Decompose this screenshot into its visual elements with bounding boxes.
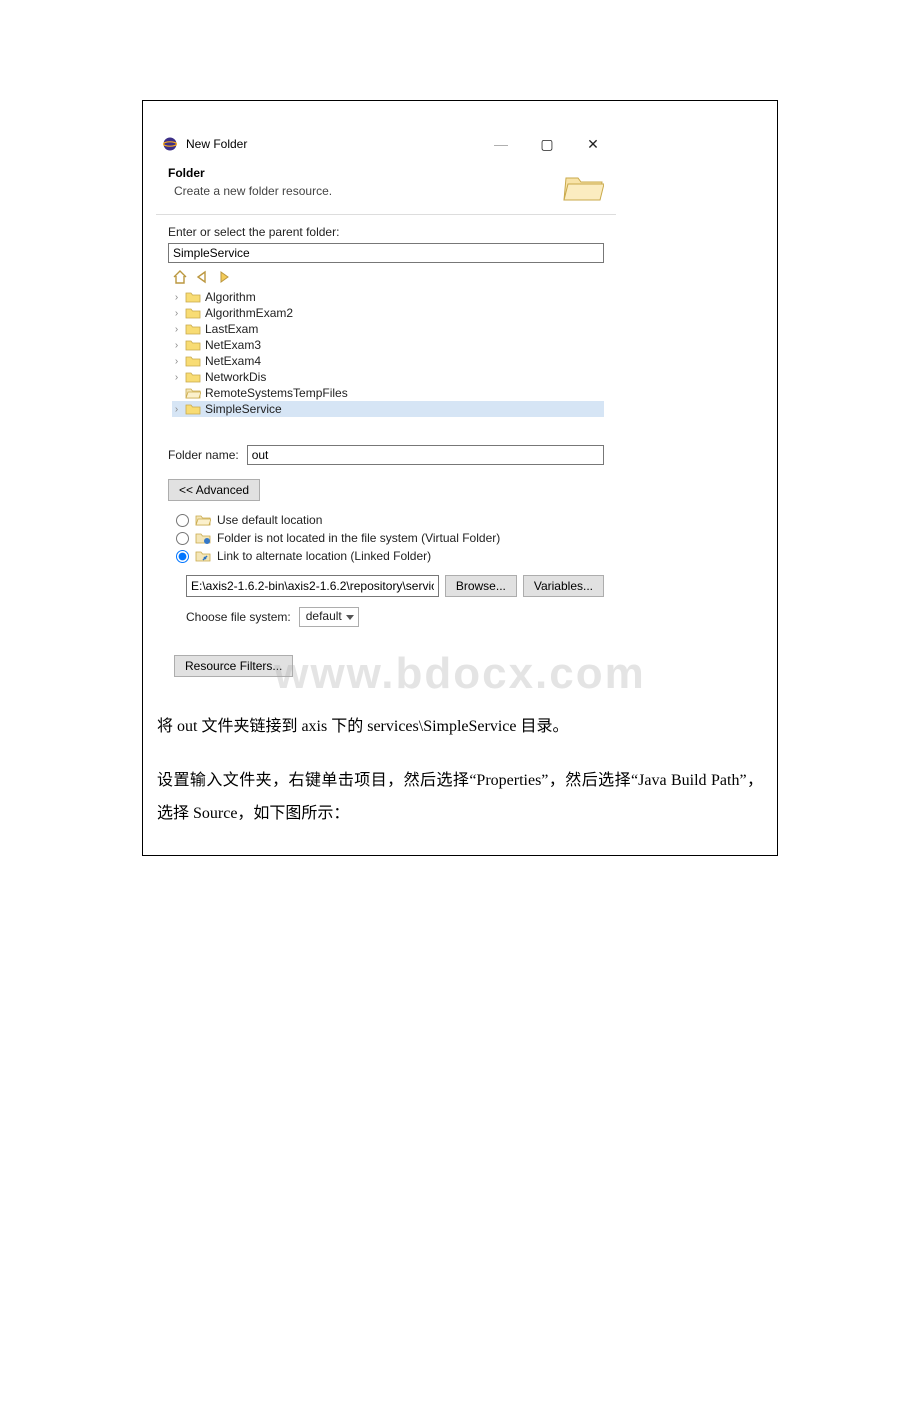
resource-filters-button[interactable]: Resource Filters... xyxy=(174,655,293,677)
tree-label: AlgorithmExam2 xyxy=(205,306,293,320)
location-radio-group: Use default location Folder is not locat… xyxy=(168,511,604,565)
radio-linked-input[interactable] xyxy=(176,550,189,563)
browse-button[interactable]: Browse... xyxy=(445,575,517,597)
home-icon[interactable] xyxy=(172,269,188,285)
header-description: Create a new folder resource. xyxy=(168,184,562,198)
back-arrow-icon[interactable] xyxy=(194,269,210,285)
tree-item-algorithmexam2[interactable]: ›AlgorithmExam2 xyxy=(172,305,604,321)
variables-button[interactable]: Variables... xyxy=(523,575,604,597)
folder-name-input[interactable] xyxy=(247,445,604,465)
tree-label: NetExam4 xyxy=(205,354,261,368)
titlebar: New Folder — ▢ ✕ xyxy=(156,129,616,159)
forward-arrow-icon[interactable] xyxy=(216,269,232,285)
tree-item-netexam3[interactable]: ›NetExam3 xyxy=(172,337,604,353)
tree-label: Algorithm xyxy=(205,290,256,304)
advanced-toggle-button[interactable]: << Advanced xyxy=(168,479,260,501)
maximize-button[interactable]: ▢ xyxy=(524,129,570,159)
dialog-title: New Folder xyxy=(186,137,247,151)
close-button[interactable]: ✕ xyxy=(570,129,616,159)
radio-linked-folder[interactable]: Link to alternate location (Linked Folde… xyxy=(176,547,604,565)
filesystem-label: Choose file system: xyxy=(186,610,291,624)
tree-item-simpleservice[interactable]: ›SimpleService xyxy=(172,401,604,417)
tree-item-networkdis[interactable]: ›NetworkDis xyxy=(172,369,604,385)
tree-item-remotesystemstempfiles[interactable]: RemoteSystemsTempFiles xyxy=(172,385,604,401)
linked-folder-icon xyxy=(195,549,211,563)
eclipse-icon xyxy=(162,136,178,152)
caption-block-2: 设置输入文件夹，右键单击项目，然后选择“Properties”，然后选择“Jav… xyxy=(157,764,763,831)
parent-folder-label: Enter or select the parent folder: xyxy=(168,225,604,239)
header-title: Folder xyxy=(168,166,562,180)
tree-item-algorithm[interactable]: ›Algorithm xyxy=(172,289,604,305)
folder-tree[interactable]: ›Algorithm ›AlgorithmExam2 ›LastExam ›Ne… xyxy=(168,287,604,437)
folder-open-icon xyxy=(195,513,211,527)
radio-label: Use default location xyxy=(217,513,322,527)
radio-virtual-folder[interactable]: Folder is not located in the file system… xyxy=(176,529,604,547)
tree-item-netexam4[interactable]: ›NetExam4 xyxy=(172,353,604,369)
radio-default-location[interactable]: Use default location xyxy=(176,511,604,529)
folder-illustration-icon xyxy=(562,170,604,204)
radio-virtual-input[interactable] xyxy=(176,532,189,545)
tree-label: NetExam3 xyxy=(205,338,261,352)
new-folder-dialog: New Folder — ▢ ✕ Folder Create a new fol… xyxy=(156,129,616,683)
parent-folder-input[interactable] xyxy=(168,243,604,263)
tree-label: RemoteSystemsTempFiles xyxy=(205,386,348,400)
virtual-folder-icon xyxy=(195,531,211,545)
radio-label: Link to alternate location (Linked Folde… xyxy=(217,549,431,563)
dialog-header: Folder Create a new folder resource. xyxy=(156,159,616,215)
radio-label: Folder is not located in the file system… xyxy=(217,531,500,545)
minimize-button[interactable]: — xyxy=(478,129,524,159)
tree-label: LastExam xyxy=(205,322,258,336)
filesystem-select[interactable]: default xyxy=(299,607,359,627)
document-page: New Folder — ▢ ✕ Folder Create a new fol… xyxy=(142,100,778,856)
tree-label: SimpleService xyxy=(205,402,282,416)
folder-name-label: Folder name: xyxy=(168,448,239,462)
tree-label: NetworkDis xyxy=(205,370,266,384)
radio-default-input[interactable] xyxy=(176,514,189,527)
link-path-input[interactable] xyxy=(186,575,439,597)
caption-line-1: 将 out 文件夹链接到 axis 下的 services\SimpleServ… xyxy=(157,717,763,738)
tree-item-lastexam[interactable]: ›LastExam xyxy=(172,321,604,337)
